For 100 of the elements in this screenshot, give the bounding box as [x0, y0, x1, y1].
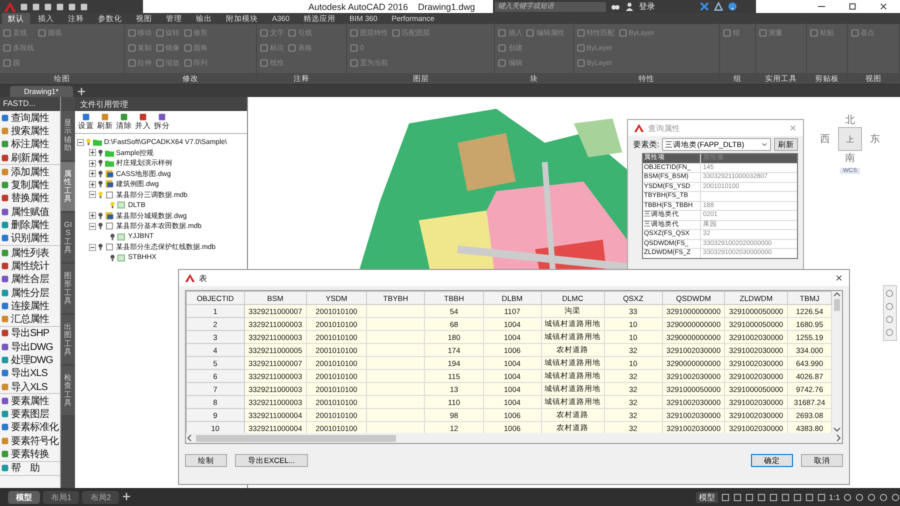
layer-icon — [117, 254, 126, 262]
tool-item[interactable]: 属性分层 — [0, 286, 60, 300]
panel-title: FASTD... — [0, 97, 60, 111]
compass-label[interactable]: 北 — [845, 113, 855, 127]
toolbar-icon — [158, 113, 166, 121]
expand-toggle[interactable] — [89, 222, 96, 230]
tool-item[interactable]: 添加属性 — [0, 165, 60, 178]
compass-label[interactable]: 东 — [870, 132, 880, 146]
bulb-icon[interactable] — [110, 201, 115, 210]
compass-label[interactable]: 西 — [820, 132, 830, 146]
expand-toggle[interactable] — [89, 191, 96, 198]
bulb-icon[interactable] — [110, 232, 115, 241]
add-tab-icon[interactable] — [122, 492, 131, 501]
field-label: 要素类: — [633, 139, 660, 150]
exchange-icon[interactable] — [700, 2, 709, 11]
maximize-icon[interactable] — [848, 2, 857, 11]
tool-item[interactable]: 属性合层 — [0, 272, 60, 286]
document-title: Drawing1.dwg — [418, 2, 475, 12]
app-logo-icon — [185, 274, 195, 282]
model-space-button[interactable]: 模型 — [696, 492, 718, 502]
tool-item[interactable]: 搜索属性 — [0, 124, 60, 138]
close-icon[interactable] — [879, 2, 888, 11]
table-cell — [366, 344, 425, 356]
annotation-scale[interactable]: 1:1 — [828, 492, 840, 502]
expand-toggle[interactable] — [77, 138, 84, 146]
bulb-icon[interactable] — [98, 159, 103, 168]
tool-item[interactable]: 帮 助 — [0, 462, 60, 476]
dialog-title: 查询属性 — [648, 122, 681, 134]
tool-item[interactable]: 要素图层 — [0, 408, 60, 421]
tool-item[interactable]: 查询属性 — [0, 111, 60, 124]
tool-item[interactable]: 刷新属性 — [0, 150, 60, 164]
layout-tab[interactable]: 布局1 — [43, 490, 80, 504]
table-cell — [366, 422, 425, 433]
tool-item[interactable]: 要素符号化 — [0, 434, 60, 448]
scroll-left-icon[interactable] — [186, 434, 194, 442]
bulb-icon[interactable] — [98, 180, 103, 188]
bulb-icon[interactable] — [98, 148, 103, 157]
database-icon — [105, 243, 114, 252]
tool-item[interactable]: 导出DWG — [0, 340, 60, 354]
tool-item[interactable]: 属性统计 — [0, 259, 60, 273]
scroll-right-icon[interactable] — [834, 434, 842, 442]
bulb-icon[interactable] — [98, 170, 103, 178]
bulb-icon[interactable] — [98, 212, 103, 220]
binoculars-icon[interactable] — [611, 2, 620, 11]
help-icon[interactable] — [728, 2, 737, 11]
tool-item[interactable]: 属性赋值 — [0, 205, 60, 218]
bulb-icon[interactable] — [98, 222, 103, 230]
panel-title: 文件引用管理 — [75, 97, 247, 111]
bulb-icon[interactable] — [98, 190, 103, 199]
add-tab-icon[interactable] — [76, 87, 86, 96]
tool-item[interactable]: 导出XLS — [0, 366, 60, 380]
expand-toggle[interactable] — [89, 149, 96, 156]
view-cube[interactable]: 上 — [838, 127, 862, 151]
tool-item[interactable]: 识别属性 — [0, 232, 60, 245]
layout-tab[interactable]: 布局2 — [82, 490, 119, 504]
table-cell — [366, 396, 425, 408]
expand-toggle[interactable] — [89, 180, 96, 188]
dialog-title: 表 — [199, 272, 208, 284]
tool-item[interactable]: 要素属性 — [0, 394, 60, 408]
tool-item[interactable]: 要素转换 — [0, 447, 60, 461]
expand-toggle[interactable] — [89, 170, 96, 178]
tool-item[interactable]: 汇总属性 — [0, 312, 60, 326]
scroll-down-icon[interactable] — [833, 425, 842, 433]
triangle-icon[interactable] — [714, 2, 723, 11]
tool-item[interactable]: 标注属性 — [0, 138, 60, 151]
bulb-icon[interactable] — [86, 138, 91, 146]
tool-item[interactable]: 连接属性 — [0, 299, 60, 312]
table-cell — [366, 408, 425, 422]
scroll-thumb[interactable] — [196, 434, 396, 442]
user-icon[interactable] — [625, 2, 634, 11]
database-icon — [105, 190, 114, 199]
layout-tab[interactable]: 模型 — [8, 490, 40, 504]
bulb-icon[interactable] — [98, 243, 103, 252]
table-cell — [366, 370, 425, 382]
expand-toggle[interactable] — [89, 212, 96, 220]
tool-item[interactable]: 复制属性 — [0, 178, 60, 192]
close-icon[interactable] — [835, 274, 843, 282]
compass-label[interactable]: 南 — [845, 151, 855, 165]
tool-item[interactable]: 属性列表 — [0, 246, 60, 260]
layer-icon — [117, 201, 126, 210]
table-cell — [366, 318, 425, 330]
tool-item[interactable]: 处理DWG — [0, 353, 60, 367]
tool-item[interactable]: 替换属性 — [0, 192, 60, 206]
window-title: Autodesk AutoCAD 2016 — [308, 2, 408, 12]
table-cell — [366, 304, 425, 318]
scroll-thumb[interactable] — [834, 299, 840, 311]
file-icon — [105, 212, 114, 220]
expand-toggle[interactable] — [89, 160, 96, 167]
tool-item[interactable]: 导出SHP — [0, 326, 60, 340]
tool-item[interactable]: 要素标准化 — [0, 420, 60, 434]
toolbar-icon — [101, 113, 109, 121]
expand-toggle[interactable] — [89, 244, 96, 251]
tool-item[interactable]: 删除属性 — [0, 218, 60, 232]
table-cell — [366, 356, 425, 370]
scroll-up-icon[interactable] — [833, 291, 842, 299]
toolbar-icon — [120, 113, 128, 121]
tool-item[interactable]: 导入XLS — [0, 380, 60, 394]
bulb-icon[interactable] — [110, 254, 115, 262]
login-link[interactable]: 登录 — [639, 1, 655, 12]
app-logo-icon — [634, 124, 644, 132]
